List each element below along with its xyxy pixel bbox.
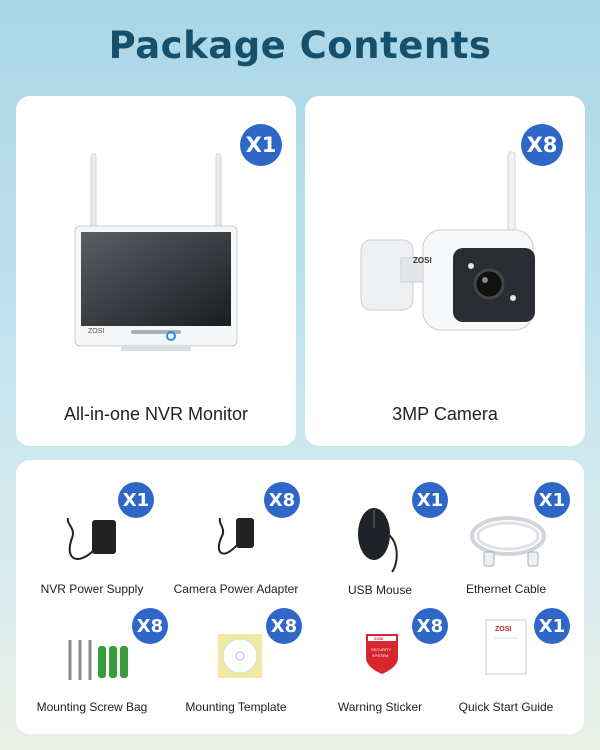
accessory-item: X8 Mounting Screw Bag [22,596,168,726]
item-label: NVR Power Supply [40,582,144,596]
card-accessories: X1 NVR Power Supply X8 Camera Power Adap… [16,460,584,734]
brand-label: ZOSI [88,328,105,335]
card-camera: X8 ZOSI 3MP Camera [305,96,585,446]
item-label: Quick Start Guide [458,700,554,714]
power-adapter-icon [66,517,116,561]
template-icon [218,634,262,678]
accessory-item: X1 USB Mouse [310,470,450,600]
security-camera-icon [360,151,535,331]
item-label: Ethernet Cable [465,582,547,596]
brand-label: ZOSI [413,256,432,265]
sticker-line-1: SECURITY [371,647,392,652]
item-label: Camera Power Adapter [173,582,299,596]
accessory-item: X8 ZOSI SECURITY SYSTEM Warning Sticker [310,596,450,726]
item-label: Mounting Template [185,700,287,714]
card-nvr-monitor: X1 ZOSI All-in-one NVR Monitor [16,96,296,446]
accessory-item: X1 ZOSI Quick Start Guide [436,596,576,726]
quantity-badge: X1 [240,124,282,166]
quantity-badge: X1 [534,608,570,644]
nvr-monitor-icon [74,153,238,351]
item-label: Warning Sticker [337,700,423,714]
ethernet-cable-icon [470,516,546,567]
item-label: 3MP Camera [392,404,498,424]
page-title: Package Contents [108,24,492,67]
accessory-item: X8 Mounting Template [166,596,306,726]
accessory-item: X8 Camera Power Adapter [166,470,306,600]
quantity-badge: X8 [266,608,302,644]
accessory-item: X1 Ethernet Cable [436,470,576,600]
mouse-icon [358,508,398,573]
sticker-brand: ZOSI [374,636,384,641]
accessory-item: X1 NVR Power Supply [22,470,162,600]
item-label: All-in-one NVR Monitor [63,404,249,424]
item-label: USB Mouse [347,583,413,597]
sticker-line-2: SYSTEM [372,653,389,658]
power-adapter-icon [217,517,254,555]
guide-brand: ZOSI [495,626,512,633]
item-label: Mounting Screw Bag [36,700,148,714]
screws-icon [68,640,128,680]
quantity-badge: X8 [132,608,168,644]
